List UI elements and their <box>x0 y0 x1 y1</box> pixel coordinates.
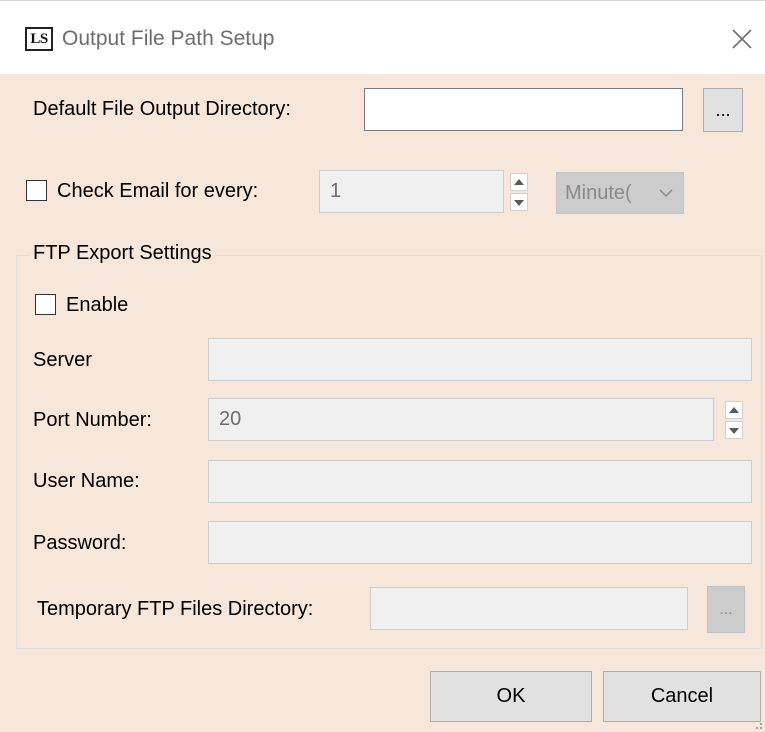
arrow-up-icon <box>514 179 524 185</box>
title-bar: LS Output File Path Setup <box>0 0 765 74</box>
ftp-settings-title: FTP Export Settings <box>30 242 215 265</box>
resize-grip-icon[interactable] <box>753 720 763 730</box>
temp-ftp-directory-input[interactable] <box>370 587 688 630</box>
email-interval-spinner[interactable] <box>510 173 528 212</box>
password-label: Password: <box>33 532 127 554</box>
temp-ftp-directory-browse-button[interactable]: ... <box>707 586 745 633</box>
cancel-button[interactable]: Cancel <box>603 671 761 722</box>
window-title: Output File Path Setup <box>62 27 275 50</box>
server-input[interactable] <box>208 338 752 381</box>
spinner-down-button[interactable] <box>510 193 528 211</box>
temp-ftp-directory-label: Temporary FTP Files Directory: <box>37 598 314 620</box>
email-interval-input[interactable]: 1 <box>319 170 504 213</box>
check-email-label: Check Email for every: <box>57 180 259 202</box>
ok-button[interactable]: OK <box>430 671 592 722</box>
dialog-body: Default File Output Directory: ... Check… <box>0 74 765 732</box>
close-icon <box>732 29 752 49</box>
user-name-label: User Name: <box>33 470 140 492</box>
spinner-up-button[interactable] <box>725 401 743 419</box>
server-label: Server <box>33 349 92 371</box>
user-name-input[interactable] <box>208 460 752 503</box>
chevron-down-icon <box>659 189 673 198</box>
port-number-input[interactable]: 20 <box>208 398 714 441</box>
port-number-spinner[interactable] <box>725 401 743 440</box>
email-unit-value: Minute( <box>565 182 632 204</box>
arrow-down-icon <box>729 428 739 434</box>
check-email-checkbox[interactable] <box>26 180 47 201</box>
output-directory-label: Default File Output Directory: <box>33 98 291 120</box>
output-directory-browse-button[interactable]: ... <box>703 88 743 132</box>
spinner-up-button[interactable] <box>510 173 528 191</box>
arrow-up-icon <box>729 407 739 413</box>
spinner-down-button[interactable] <box>725 421 743 439</box>
port-number-label: Port Number: <box>33 409 152 431</box>
close-button[interactable] <box>726 23 758 55</box>
password-input[interactable] <box>208 521 752 564</box>
email-interval-unit-select[interactable]: Minute( <box>556 172 684 214</box>
ftp-enable-label: Enable <box>66 294 129 316</box>
app-logo: LS <box>25 27 53 51</box>
output-directory-input[interactable] <box>364 88 683 131</box>
ftp-enable-checkbox[interactable] <box>35 294 56 315</box>
arrow-down-icon <box>514 200 524 206</box>
